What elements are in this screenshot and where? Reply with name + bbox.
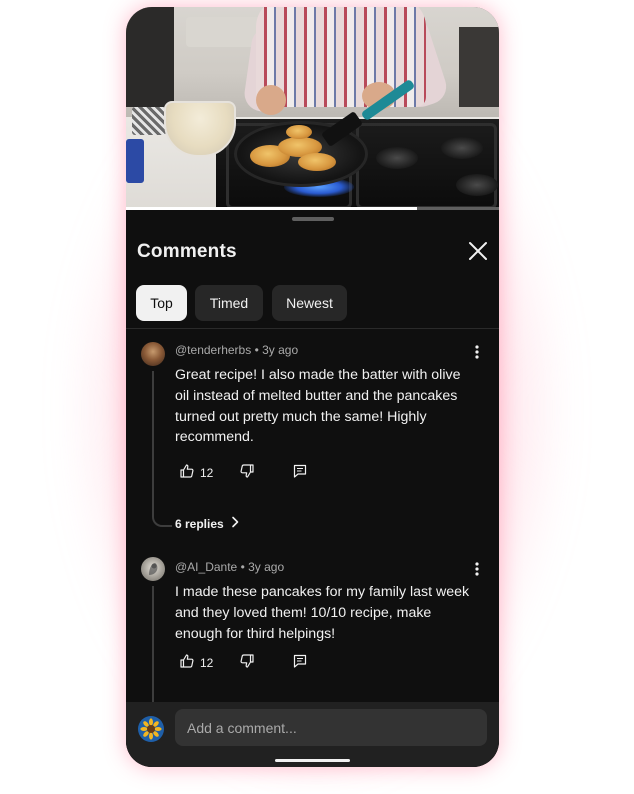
- chip-top[interactable]: Top: [136, 285, 187, 321]
- blue-cup: [126, 139, 144, 183]
- more-options-icon[interactable]: [472, 342, 482, 362]
- drag-handle[interactable]: [292, 217, 334, 221]
- reply-icon: [292, 463, 308, 484]
- add-comment-input[interactable]: [175, 709, 487, 746]
- chip-timed[interactable]: Timed: [195, 285, 263, 321]
- thumbs-up-icon: [179, 463, 195, 484]
- comment-age: 3y ago: [248, 560, 285, 574]
- avatar[interactable]: [141, 342, 165, 366]
- comment-composer: [126, 702, 499, 767]
- thumbs-up-icon: [179, 653, 195, 674]
- more-options-icon[interactable]: [472, 559, 482, 579]
- like-button[interactable]: 12: [179, 463, 213, 483]
- reply-button[interactable]: [292, 463, 308, 483]
- kitchen-towel: [132, 107, 166, 135]
- like-button[interactable]: 12: [179, 653, 213, 673]
- dislike-button[interactable]: [239, 653, 255, 673]
- reply-connector: [152, 511, 172, 527]
- view-replies-button[interactable]: 6 replies: [175, 516, 240, 531]
- stove-grate: [356, 123, 497, 209]
- avatar[interactable]: [141, 557, 165, 581]
- stove-burner: [376, 147, 418, 169]
- phone-frame: Comments Top Timed Newest @tenderherbs •…: [126, 7, 499, 767]
- comment-actions: 12: [175, 463, 375, 483]
- close-icon[interactable]: [465, 238, 491, 264]
- replies-label: 6 replies: [175, 516, 224, 531]
- chevron-right-icon: [230, 516, 240, 531]
- comments-sheet: Comments Top Timed Newest @tenderherbs •…: [126, 210, 499, 767]
- thread-line: [152, 371, 154, 511]
- video-player[interactable]: [126, 7, 499, 210]
- comment-meta: @AI_Dante • 3y ago: [175, 560, 285, 574]
- dislike-button[interactable]: [239, 463, 255, 483]
- thumbs-down-icon: [239, 463, 255, 484]
- home-indicator: [275, 759, 350, 762]
- reply-icon: [292, 653, 308, 674]
- comment-meta: @tenderherbs • 3y ago: [175, 343, 299, 357]
- cook-hand: [256, 85, 286, 115]
- kitchen-cabinet: [126, 7, 174, 107]
- pancake: [298, 153, 336, 171]
- thread-line: [152, 586, 154, 708]
- kitchen-cabinet: [459, 27, 499, 107]
- chip-newest[interactable]: Newest: [272, 285, 347, 321]
- sheet-title: Comments: [137, 241, 237, 262]
- comment-text: Great recipe! I also made the batter wit…: [175, 367, 461, 446]
- thumbs-down-icon: [239, 653, 255, 674]
- like-count: 12: [200, 656, 214, 670]
- user-avatar[interactable]: [138, 716, 164, 742]
- comment-author[interactable]: @tenderherbs: [175, 343, 251, 357]
- comment-author[interactable]: @AI_Dante: [175, 560, 237, 574]
- pancake: [286, 125, 312, 139]
- stove-burner: [441, 137, 483, 159]
- comment-age: 3y ago: [262, 343, 299, 357]
- divider: [126, 328, 499, 329]
- comment-text: I made these pancakes for my family last…: [175, 584, 470, 642]
- like-count: 12: [200, 466, 214, 480]
- comment-actions: 12: [175, 653, 375, 673]
- stove-burner: [456, 174, 498, 196]
- reply-button[interactable]: [292, 653, 308, 673]
